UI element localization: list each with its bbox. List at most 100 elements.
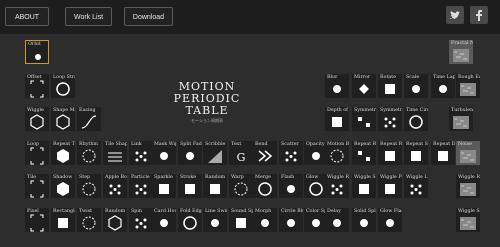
element-tile[interactable]: Wiggle Position	[378, 174, 402, 198]
twitter-button[interactable]	[446, 6, 464, 24]
element-tile[interactable]: Depth of Field	[325, 107, 349, 131]
element-tile[interactable]: Rotate	[378, 74, 402, 98]
element-tile[interactable]: Wiggle Rotate	[325, 174, 349, 198]
element-tile-label: Random Move	[105, 209, 127, 214]
element-tile[interactable]: Orbit	[25, 40, 49, 64]
element-tile-label: Time Lapse	[433, 75, 455, 80]
element-tile[interactable]: Card House	[152, 208, 176, 232]
download-button[interactable]: Download	[124, 7, 173, 26]
element-tile[interactable]: Time Lapse	[431, 74, 455, 98]
element-tile[interactable]: Loop Straight	[51, 74, 75, 98]
element-tile[interactable]: Mirror	[352, 74, 376, 98]
element-tile[interactable]: Noise	[456, 141, 480, 165]
element-tile-label: Spin	[131, 209, 142, 214]
element-tile[interactable]: Wiggle Rain	[456, 174, 480, 198]
element-tile[interactable]: Fold Edges	[178, 208, 202, 232]
element-tile[interactable]: Flash	[279, 174, 303, 198]
element-tile[interactable]: Blur	[325, 74, 349, 98]
element-tile[interactable]: Scale	[404, 74, 428, 98]
facebook-button[interactable]	[470, 6, 488, 24]
element-tile[interactable]: Apple Bounce	[103, 174, 127, 198]
element-tile[interactable]: Line Swing	[203, 208, 227, 232]
element-tile[interactable]: Bend	[253, 141, 277, 165]
element-tile[interactable]: Pixel	[25, 208, 49, 232]
element-tile[interactable]: Tile	[25, 174, 49, 198]
work-list-button[interactable]: Work List	[65, 7, 112, 26]
element-tile[interactable]: Rectangle	[51, 208, 75, 232]
element-tile[interactable]: Morph	[253, 208, 277, 232]
element-tile-label: Shadow	[53, 175, 73, 180]
element-tile-label: Line Swing	[205, 209, 227, 214]
element-tile[interactable]: Warp	[229, 174, 253, 198]
element-tile-label: Sparkle	[154, 175, 173, 180]
element-tile[interactable]: Time Circle	[404, 107, 428, 131]
element-tile-label: Wiggle Rotate	[327, 175, 349, 180]
element-tile[interactable]: Fractal Noise	[449, 40, 473, 64]
element-tile[interactable]: Scribble	[203, 141, 227, 165]
element-tile-label: Rhythm	[79, 142, 98, 147]
element-tile[interactable]: Wiggle Scale	[352, 174, 376, 198]
element-tile[interactable]: Rhythm	[77, 141, 101, 165]
about-button[interactable]: ABOUT	[5, 7, 49, 26]
element-tile[interactable]: Circle Blur	[279, 208, 303, 232]
page-subtitle: モーション周期表	[191, 118, 223, 123]
element-tile[interactable]: Offset	[25, 74, 49, 98]
element-tile[interactable]: Loop	[25, 141, 49, 165]
element-tile-label: Flash	[281, 175, 295, 180]
element-tile-label: Circle Blur	[281, 209, 303, 214]
element-tile[interactable]: Glow Flash	[378, 208, 402, 232]
element-tile[interactable]: Stroke	[178, 174, 202, 198]
element-tile[interactable]: Tile Shape	[103, 141, 127, 165]
element-tile[interactable]: G Text	[229, 141, 253, 165]
element-tile[interactable]: Rough Edge	[456, 74, 480, 98]
element-tile[interactable]: Random Move	[103, 208, 127, 232]
element-tile[interactable]: Repeat Scale	[404, 141, 428, 165]
element-tile-label: Split Fade	[180, 142, 202, 147]
element-tile[interactable]: Step	[77, 174, 101, 198]
element-tile[interactable]: Twist	[77, 208, 101, 232]
element-tile[interactable]: Wiggle Spin	[456, 208, 480, 232]
element-tile[interactable]: Mask Wipe	[152, 141, 176, 165]
element-tile[interactable]: Sparkle	[152, 174, 176, 198]
element-tile-label: Glow Flash	[380, 209, 402, 214]
element-tile[interactable]: Merge	[253, 174, 277, 198]
element-tile[interactable]: Link	[129, 141, 153, 165]
element-tile[interactable]: Repeat Transform	[51, 141, 75, 165]
element-tile-label: Offset	[27, 75, 42, 80]
element-tile[interactable]: Repeat Rotate	[378, 141, 402, 165]
element-tile-label: Wiggle Rain	[458, 175, 480, 180]
element-tile[interactable]: Repeat Delay	[431, 141, 455, 165]
element-tile[interactable]: Shape Morph	[51, 107, 75, 131]
element-tile[interactable]: Particle	[129, 174, 153, 198]
element-tile-label: Depth of Field	[327, 108, 349, 113]
element-tile[interactable]: Wiggle Line	[404, 174, 428, 198]
element-tile[interactable]: Repeat Random	[352, 141, 376, 165]
element-tile-label: Repeat Random	[354, 142, 376, 147]
element-tile[interactable]: Easing	[77, 107, 101, 131]
element-tile-label: Time Circle	[406, 108, 428, 113]
element-tile[interactable]: Spin	[129, 208, 153, 232]
element-tile[interactable]: Symmetric Scale	[352, 107, 376, 131]
element-tile-label: Merge	[255, 175, 271, 180]
element-tile[interactable]: Random	[203, 174, 227, 198]
element-tile-label: Mirror	[354, 75, 371, 80]
element-tile-label: Opacity	[306, 142, 325, 147]
element-tile-label: Motion Blur	[327, 142, 349, 147]
element-tile[interactable]: Turbulent Displace	[449, 107, 473, 131]
element-tile-label: Blur	[327, 75, 338, 80]
element-tile-label: Repeat Delay	[433, 142, 455, 147]
element-tile[interactable]: Sound Spread	[229, 208, 253, 232]
element-tile[interactable]: Symmetric Rotate	[378, 107, 402, 131]
element-tile-label: Noise	[458, 142, 472, 147]
svg-text:G: G	[237, 151, 246, 164]
element-tile[interactable]: Delay	[325, 208, 349, 232]
element-tile[interactable]: Shadow	[51, 174, 75, 198]
element-tile-label: Repeat Scale	[406, 142, 428, 147]
element-tile[interactable]: Motion Blur	[325, 141, 349, 165]
element-tile[interactable]: Solid Splash	[352, 208, 376, 232]
element-tile[interactable]: Wiggle	[25, 107, 49, 131]
element-tile-label: Text	[231, 142, 242, 147]
element-tile[interactable]: Scatter	[279, 141, 303, 165]
element-tile[interactable]: Split Fade	[178, 141, 202, 165]
element-tile-label: Twist	[79, 209, 93, 214]
